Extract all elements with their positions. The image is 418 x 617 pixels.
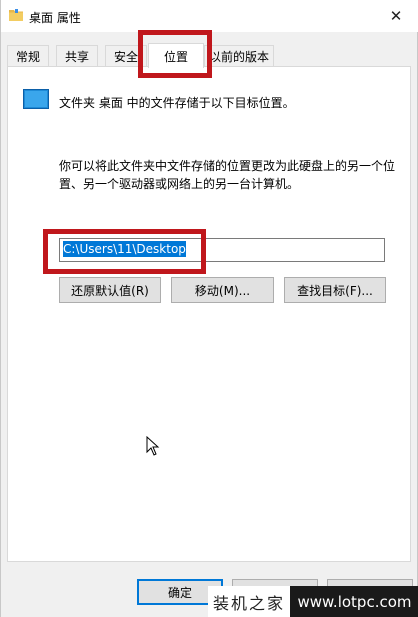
button-label: 还原默认值(R)	[71, 283, 149, 298]
tab-label: 常规	[15, 50, 40, 64]
path-input[interactable]: C:\Users\11\Desktop	[59, 238, 385, 262]
tab-label: 位置	[163, 49, 188, 64]
tab-label: 共享	[64, 50, 89, 64]
location-description: 你可以将此文件夹中文件存储的位置更改为此硬盘上的另一个位置、另一个驱动器或网络上…	[59, 159, 396, 191]
mouse-cursor-icon	[146, 435, 160, 459]
restore-default-button[interactable]: 还原默认值(R)	[59, 277, 161, 303]
watermark-brand: 装机之家	[208, 586, 290, 617]
watermark-url: www.lotpc.com	[290, 586, 418, 617]
location-panel	[7, 66, 411, 562]
path-value: C:\Users\11\Desktop	[63, 241, 186, 257]
properties-window: 桌面 属性 ✕ 常规 共享 安全 位置 以前的版本 文件夹 桌面 中的文件存储于…	[0, 0, 418, 617]
tab-previous-versions[interactable]: 以前的版本	[204, 45, 274, 67]
watermark: 装机之家 www.lotpc.com	[208, 586, 418, 617]
tab-label: 安全	[113, 50, 138, 64]
move-button[interactable]: 移动(M)...	[171, 277, 274, 303]
folder-icon	[9, 9, 23, 21]
button-label: 移动(M)...	[194, 283, 251, 298]
tab-general[interactable]: 常规	[7, 45, 49, 67]
window-title: 桌面 属性	[29, 11, 81, 25]
button-label: 查找目标(F)...	[297, 283, 373, 298]
button-label: 确定	[167, 585, 192, 600]
tab-label: 以前的版本	[208, 50, 269, 64]
find-target-button[interactable]: 查找目标(F)...	[284, 277, 386, 303]
tab-sharing[interactable]: 共享	[56, 45, 98, 67]
close-button[interactable]: ✕	[373, 0, 418, 32]
tab-security[interactable]: 安全	[105, 45, 147, 67]
desktop-folder-icon	[23, 89, 49, 109]
location-info-text: 文件夹 桌面 中的文件存储于以下目标位置。	[59, 96, 295, 110]
close-icon: ✕	[389, 7, 403, 25]
tab-location[interactable]: 位置	[148, 43, 204, 68]
title-bar: 桌面 属性 ✕	[1, 0, 418, 32]
tab-strip: 常规 共享 安全 位置 以前的版本	[7, 43, 411, 68]
